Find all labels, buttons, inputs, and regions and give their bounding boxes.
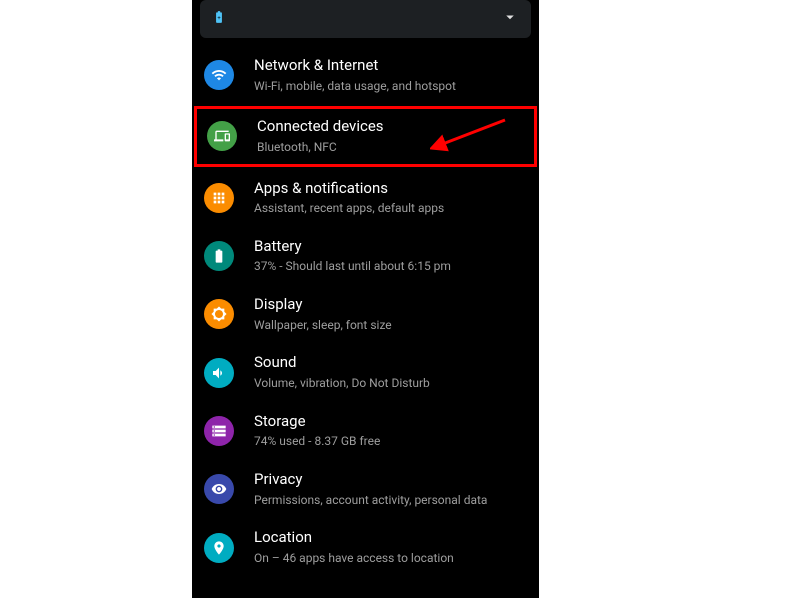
battery-icon bbox=[204, 241, 234, 271]
arrow-annotation bbox=[430, 115, 510, 159]
privacy-icon bbox=[204, 474, 234, 504]
wifi-icon bbox=[204, 60, 234, 90]
storage-icon bbox=[204, 416, 234, 446]
item-title: Battery bbox=[254, 237, 451, 257]
item-text: Location On – 46 apps have access to loc… bbox=[254, 528, 454, 566]
settings-item-storage[interactable]: Storage 74% used - 8.37 GB free bbox=[192, 402, 539, 460]
item-subtitle: 37% - Should last until about 6:15 pm bbox=[254, 258, 451, 275]
display-icon bbox=[204, 299, 234, 329]
settings-item-battery[interactable]: Battery 37% - Should last until about 6:… bbox=[192, 227, 539, 285]
settings-item-location[interactable]: Location On – 46 apps have access to loc… bbox=[192, 518, 539, 576]
item-title: Storage bbox=[254, 412, 380, 432]
battery-icon: + bbox=[212, 10, 226, 28]
item-text: Network & Internet Wi-Fi, mobile, data u… bbox=[254, 56, 456, 94]
phone-screen: + Network & Internet Wi-Fi, mobile, data… bbox=[192, 0, 539, 598]
top-suggestion-card[interactable]: + bbox=[200, 0, 531, 38]
apps-icon bbox=[204, 183, 234, 213]
item-title: Apps & notifications bbox=[254, 179, 444, 199]
sound-icon bbox=[204, 358, 234, 388]
settings-item-privacy[interactable]: Privacy Permissions, account activity, p… bbox=[192, 460, 539, 518]
item-title: Display bbox=[254, 295, 392, 315]
item-text: Sound Volume, vibration, Do Not Disturb bbox=[254, 353, 430, 391]
item-title: Sound bbox=[254, 353, 430, 373]
devices-icon bbox=[207, 121, 237, 151]
item-text: Apps & notifications Assistant, recent a… bbox=[254, 179, 444, 217]
item-subtitle: Bluetooth, NFC bbox=[257, 139, 384, 156]
item-text: Privacy Permissions, account activity, p… bbox=[254, 470, 487, 508]
item-text: Connected devices Bluetooth, NFC bbox=[257, 117, 384, 155]
item-subtitle: Assistant, recent apps, default apps bbox=[254, 200, 444, 217]
item-subtitle: On – 46 apps have access to location bbox=[254, 550, 454, 567]
item-title: Privacy bbox=[254, 470, 487, 490]
item-text: Battery 37% - Should last until about 6:… bbox=[254, 237, 451, 275]
item-title: Network & Internet bbox=[254, 56, 456, 76]
item-subtitle: Wi-Fi, mobile, data usage, and hotspot bbox=[254, 78, 456, 95]
item-subtitle: Volume, vibration, Do Not Disturb bbox=[254, 375, 430, 392]
item-title: Location bbox=[254, 528, 454, 548]
settings-item-network[interactable]: Network & Internet Wi-Fi, mobile, data u… bbox=[192, 46, 539, 104]
item-text: Storage 74% used - 8.37 GB free bbox=[254, 412, 380, 450]
item-subtitle: Permissions, account activity, personal … bbox=[254, 492, 487, 509]
settings-item-apps[interactable]: Apps & notifications Assistant, recent a… bbox=[192, 169, 539, 227]
item-subtitle: Wallpaper, sleep, font size bbox=[254, 317, 392, 334]
item-title: Connected devices bbox=[257, 117, 384, 137]
settings-item-sound[interactable]: Sound Volume, vibration, Do Not Disturb bbox=[192, 343, 539, 401]
item-text: Display Wallpaper, sleep, font size bbox=[254, 295, 392, 333]
item-subtitle: 74% used - 8.37 GB free bbox=[254, 433, 380, 450]
location-icon bbox=[204, 533, 234, 563]
settings-item-display[interactable]: Display Wallpaper, sleep, font size bbox=[192, 285, 539, 343]
chevron-down-icon[interactable] bbox=[501, 8, 519, 30]
